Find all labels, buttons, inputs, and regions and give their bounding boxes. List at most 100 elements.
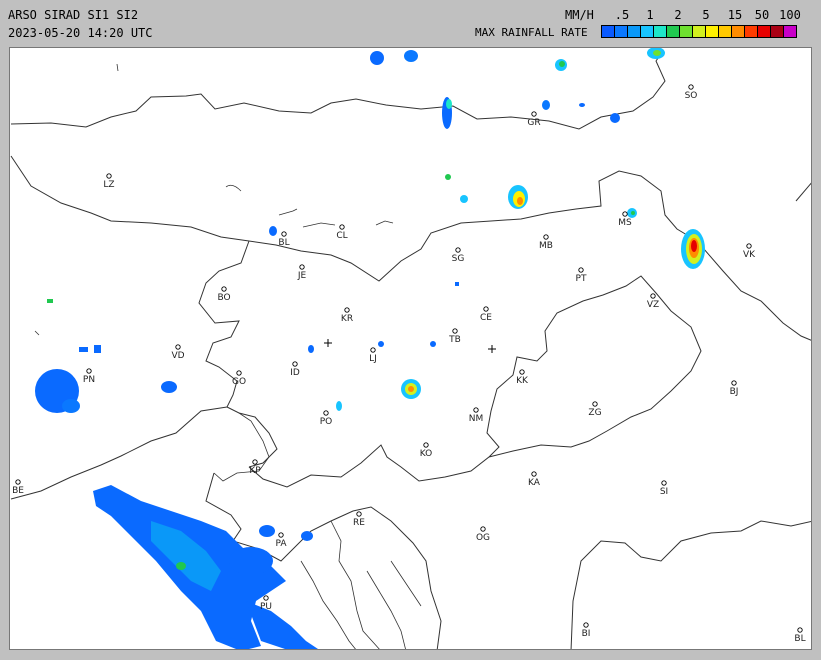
product-title: ARSO SIRAD SI1 SI2	[8, 8, 139, 22]
timestamp: 2023-05-20 14:20 UTC	[8, 26, 153, 40]
color-swatch	[718, 25, 732, 38]
scale-tick: 15	[727, 8, 743, 22]
scale-tick: 50	[754, 8, 770, 22]
color-swatch	[601, 25, 615, 38]
city-label: PN	[83, 375, 95, 385]
city-label: MS	[618, 218, 632, 228]
city-marker	[370, 347, 376, 353]
city-marker	[106, 173, 112, 179]
city-marker	[688, 84, 694, 90]
city-marker	[221, 286, 227, 292]
city-marker	[592, 401, 598, 407]
city-label: GR	[527, 118, 540, 128]
city-label: RE	[353, 518, 365, 528]
city-marker	[344, 307, 350, 313]
city-marker	[455, 247, 461, 253]
city-marker	[543, 234, 549, 240]
city-marker	[578, 267, 584, 273]
city-marker	[281, 231, 287, 237]
city-label: KA	[528, 478, 541, 488]
city-label: OG	[476, 533, 490, 543]
city-marker	[531, 111, 537, 117]
city-label: TB	[448, 335, 461, 345]
city-label: PT	[576, 274, 587, 284]
city-label: BL	[794, 634, 805, 644]
city-label: VD	[171, 351, 184, 361]
city-label: BL	[278, 238, 289, 248]
city-marker	[175, 344, 181, 350]
color-swatch	[770, 25, 784, 38]
city-marker	[661, 480, 667, 486]
color-swatch	[627, 25, 641, 38]
city-label: CL	[336, 231, 347, 241]
scale-caption: MAX RAINFALL RATE	[475, 26, 588, 39]
scale-units: MM/H	[565, 8, 594, 22]
scale-tick: 100	[779, 8, 801, 22]
city-label: SG	[452, 254, 465, 264]
map-canvas: SO GR LZ MS BL CL MB VK SG JE PT BO KR CE VZ TB VD LJ ID PN…	[10, 48, 811, 649]
color-swatch	[692, 25, 706, 38]
city-marker	[746, 243, 752, 249]
city-label: KP	[249, 466, 261, 476]
city-label: CE	[480, 313, 492, 323]
city-markers: SO GR LZ MS BL CL MB VK SG JE PT BO KR CE VZ TB VD LJ ID PN…	[12, 84, 806, 644]
city-label: VK	[743, 250, 756, 260]
city-label: BJ	[730, 387, 739, 397]
city-marker	[483, 306, 489, 312]
city-label: KO	[420, 449, 433, 459]
city-label: JE	[297, 271, 307, 281]
city-marker	[452, 328, 458, 334]
city-label: LZ	[103, 180, 114, 190]
color-swatch	[679, 25, 693, 38]
city-marker	[86, 368, 92, 374]
header-bar: ARSO SIRAD SI1 SI2 2023-05-20 14:20 UTC …	[0, 0, 821, 46]
city-label: BI	[582, 629, 591, 639]
scale-tick: .5	[614, 8, 630, 22]
city-marker	[473, 407, 479, 413]
city-marker	[263, 595, 269, 601]
city-marker	[236, 370, 242, 376]
city-label: KR	[341, 314, 353, 324]
scale-tick: 2	[674, 8, 682, 22]
color-swatch	[640, 25, 654, 38]
city-marker	[423, 442, 429, 448]
color-swatch	[757, 25, 771, 38]
city-marker	[356, 511, 362, 517]
color-swatch	[783, 25, 797, 38]
city-marker	[252, 459, 258, 465]
color-scale	[601, 25, 797, 38]
city-label: BO	[217, 293, 230, 303]
city-label: PO	[320, 417, 333, 427]
city-marker	[531, 471, 537, 477]
radar-site-markers	[324, 339, 496, 353]
city-label: GO	[232, 377, 246, 387]
city-marker	[583, 622, 589, 628]
city-marker	[797, 627, 803, 633]
color-swatch	[744, 25, 758, 38]
city-label: SI	[660, 487, 668, 497]
color-swatch	[614, 25, 628, 38]
city-marker	[299, 264, 305, 270]
city-marker	[650, 293, 656, 299]
city-marker	[339, 224, 345, 230]
radar-map: SO GR LZ MS BL CL MB VK SG JE PT BO KR CE VZ TB VD LJ ID PN…	[9, 47, 812, 650]
city-label: SO	[685, 91, 698, 101]
scale-tick: 5	[702, 8, 710, 22]
city-marker	[480, 526, 486, 532]
city-marker	[278, 532, 284, 538]
color-swatch	[731, 25, 745, 38]
city-label: MB	[539, 241, 553, 251]
scale-tick: 1	[646, 8, 654, 22]
city-label: VZ	[647, 300, 659, 310]
rain-echoes	[35, 48, 705, 649]
color-swatch	[705, 25, 719, 38]
city-label: KK	[516, 376, 529, 386]
city-label: ZG	[588, 408, 601, 418]
city-marker	[622, 211, 628, 217]
city-label: PA	[275, 539, 287, 549]
city-marker	[292, 361, 298, 367]
city-label: PU	[260, 602, 272, 612]
city-label: NM	[469, 414, 484, 424]
city-marker	[519, 369, 525, 375]
city-marker	[15, 479, 21, 485]
